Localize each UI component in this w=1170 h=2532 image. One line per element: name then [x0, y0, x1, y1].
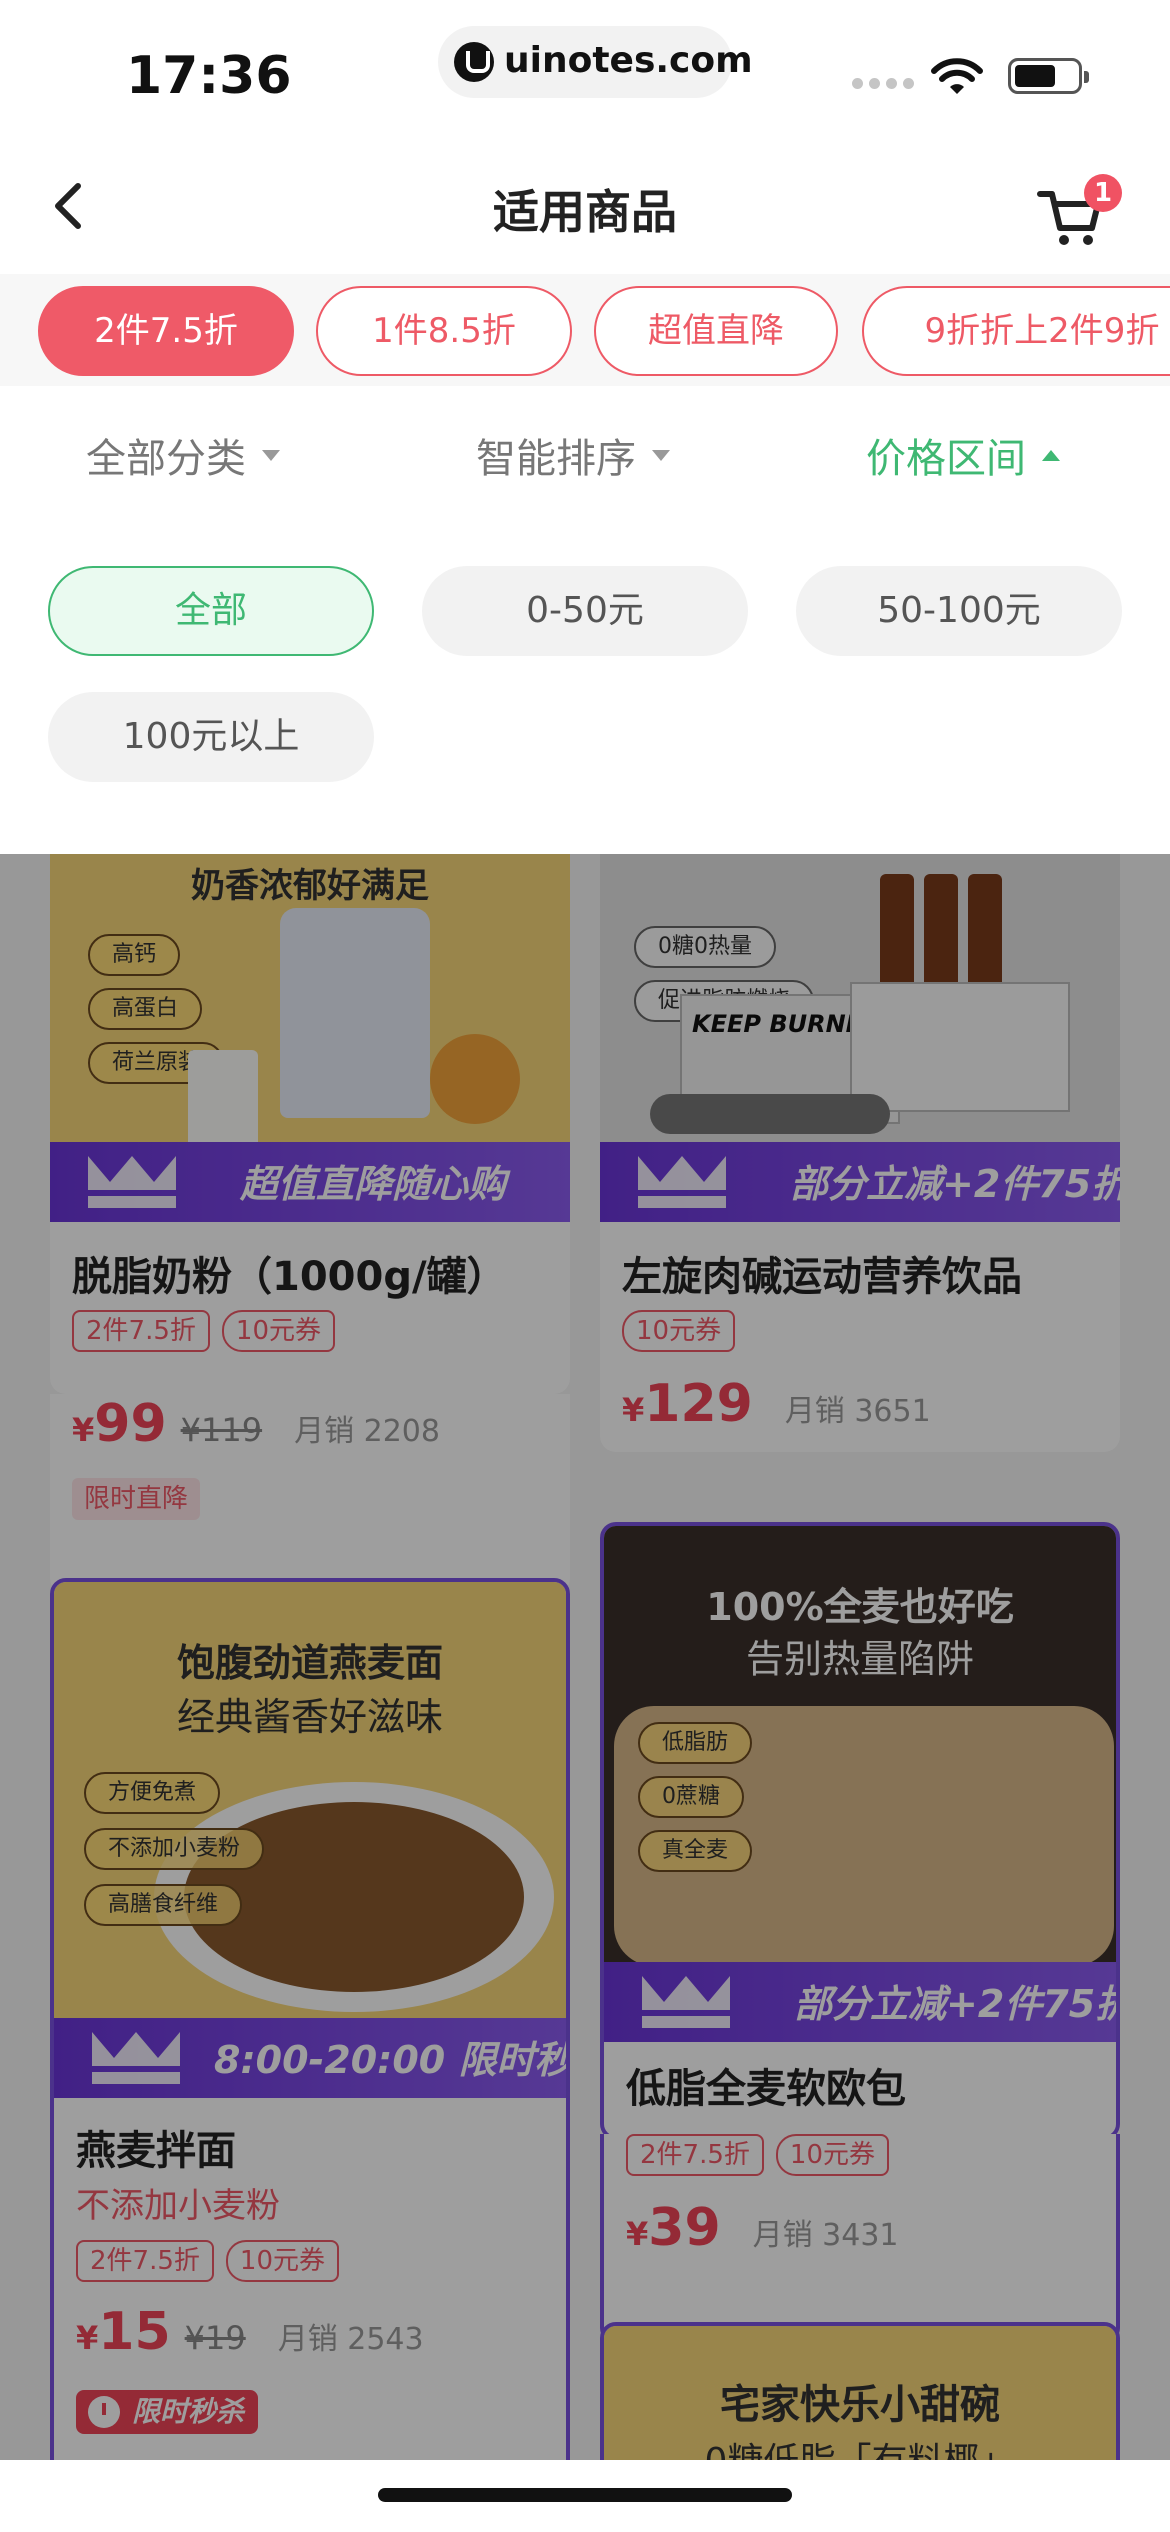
nav-bar: 适用商品 1 [0, 140, 1170, 274]
filter-category[interactable]: 全部分类 [86, 426, 280, 484]
promo-tab-90-plus[interactable]: 9折折上2件9折 [862, 286, 1170, 376]
cart-count-badge: 1 [1084, 174, 1122, 212]
dropdown-overlay[interactable] [0, 854, 1170, 2460]
home-indicator[interactable] [378, 2488, 792, 2502]
filter-price[interactable]: 价格区间 [866, 426, 1060, 484]
caret-down-icon [652, 449, 670, 461]
price-option-0-50[interactable]: 0-50元 [422, 566, 748, 656]
caret-down-icon [262, 449, 280, 461]
price-option-100-plus[interactable]: 100元以上 [48, 692, 374, 782]
status-time: 17:36 [126, 46, 292, 106]
filter-price-label: 价格区间 [866, 436, 1026, 482]
battery-icon [1008, 58, 1089, 94]
page-title: 适用商品 [493, 185, 677, 239]
wifi-icon [931, 58, 983, 94]
site-logo-icon [454, 42, 494, 82]
status-bar: 17:36 uinotes.com [0, 0, 1170, 140]
promo-tab-1-85[interactable]: 1件8.5折 [316, 286, 572, 376]
home-indicator-area [0, 2460, 1170, 2532]
price-range-panel: 全部 0-50元 50-100元 100元以上 [0, 516, 1170, 854]
caret-up-icon [1042, 449, 1060, 461]
promo-tabs: 2件7.5折 1件8.5折 超值直降 9折折上2件9折 [0, 274, 1170, 386]
promo-tab-direct-discount[interactable]: 超值直降 [594, 286, 838, 376]
url-pill[interactable]: uinotes.com [438, 26, 753, 98]
filter-row: 全部分类 智能排序 价格区间 [0, 386, 1170, 516]
filter-category-label: 全部分类 [86, 436, 246, 482]
price-option-all[interactable]: 全部 [48, 566, 374, 656]
cart-button[interactable]: 1 [1036, 170, 1126, 250]
price-option-50-100[interactable]: 50-100元 [796, 566, 1122, 656]
url-text: uinotes.com [504, 40, 753, 81]
filter-sort[interactable]: 智能排序 [476, 426, 670, 484]
promo-tab-2-75[interactable]: 2件7.5折 [38, 286, 294, 376]
cellular-signal-icon [852, 78, 916, 92]
filter-sort-label: 智能排序 [476, 436, 636, 482]
